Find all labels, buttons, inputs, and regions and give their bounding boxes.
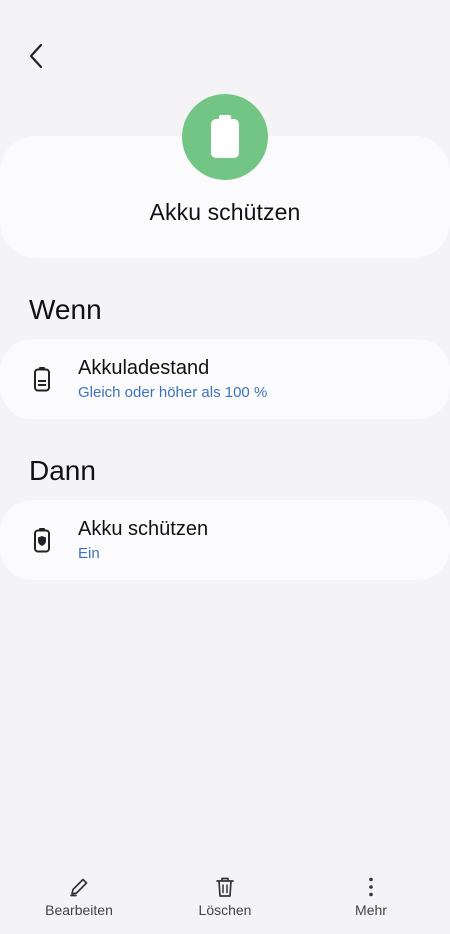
battery-icon bbox=[211, 115, 239, 158]
battery-level-icon bbox=[34, 367, 50, 392]
condition-title: Akkuladestand bbox=[78, 357, 210, 379]
chevron-left-icon bbox=[29, 43, 43, 69]
edit-label: Bearbeiten bbox=[45, 902, 113, 918]
pencil-icon bbox=[70, 878, 88, 897]
delete-button[interactable]: Löschen bbox=[175, 876, 275, 918]
bottom-action-bar: Bearbeiten Löschen Mehr bbox=[0, 862, 450, 934]
routine-icon-circle bbox=[182, 94, 268, 180]
action-subtitle: Ein bbox=[78, 545, 100, 562]
routine-title: Akku schützen bbox=[149, 199, 301, 225]
section-title-then: Dann bbox=[29, 455, 96, 486]
edit-button[interactable]: Bearbeiten bbox=[29, 876, 129, 918]
more-button[interactable]: Mehr bbox=[321, 876, 421, 918]
action-card[interactable]: Akku schützen Ein bbox=[0, 500, 450, 580]
trash-icon bbox=[216, 877, 234, 897]
more-vertical-icon bbox=[369, 877, 373, 897]
more-label: Mehr bbox=[355, 902, 387, 918]
battery-shield-icon bbox=[34, 528, 50, 553]
back-button[interactable] bbox=[20, 40, 52, 72]
delete-label: Löschen bbox=[198, 902, 252, 918]
section-title-if: Wenn bbox=[29, 294, 102, 325]
condition-subtitle: Gleich oder höher als 100 % bbox=[78, 384, 268, 401]
action-title: Akku schützen bbox=[78, 518, 209, 540]
condition-card[interactable]: Akkuladestand Gleich oder höher als 100 … bbox=[0, 339, 450, 419]
